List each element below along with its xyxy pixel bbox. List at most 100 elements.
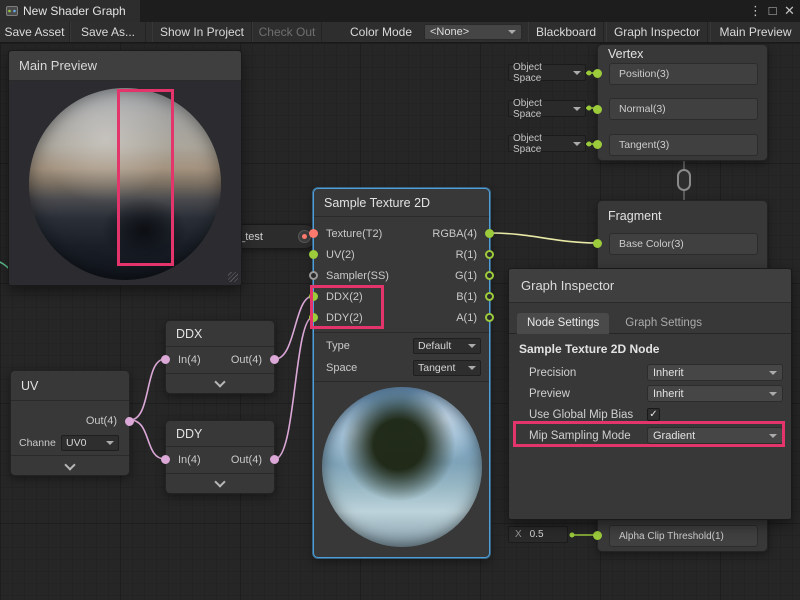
input-label: DDX(2) [326, 291, 363, 303]
type-dropdown[interactable]: Default [413, 338, 481, 354]
output-label: R(1) [456, 249, 477, 261]
port-row: DDX(2) B(1) [314, 286, 489, 307]
node-title: Fragment [598, 201, 767, 231]
b-port-dot[interactable] [485, 292, 494, 301]
setting-row-mip-mode: Mip Sampling Mode Gradient [519, 425, 783, 446]
ddx-port-dot[interactable] [309, 292, 318, 301]
port-label: Normal(3) [619, 103, 666, 115]
position-port-dot[interactable] [593, 69, 602, 78]
port-out-label: Out(4) [231, 454, 262, 466]
channel-dropdown[interactable]: UV0 [61, 435, 119, 451]
output-label: RGBA(4) [432, 228, 477, 240]
mip-mode-label: Mip Sampling Mode [529, 430, 647, 442]
collapse-button[interactable] [166, 473, 274, 493]
setting-row-preview: Preview Inherit [519, 383, 783, 404]
texture-port-dot[interactable] [309, 229, 318, 238]
ddy-port-dot[interactable] [309, 313, 318, 322]
preview-value: Inherit [653, 388, 684, 400]
space-label: Space [326, 362, 357, 374]
node-ddx[interactable]: DDX In(4) Out(4) [165, 320, 275, 394]
blackboard-button[interactable]: Blackboard [528, 22, 604, 42]
port-in-label: In(4) [178, 354, 201, 366]
ddx-in-port-dot[interactable] [161, 355, 170, 364]
precision-value: Inherit [653, 367, 684, 379]
alpha-clip-value-field[interactable]: X 0.5 [508, 526, 568, 543]
collapse-button[interactable] [166, 373, 274, 393]
node-vertex[interactable]: Vertex Position(3) Normal(3) Tangent(3) [597, 44, 768, 161]
color-mode-dropdown[interactable]: <None> [424, 24, 522, 40]
output-label: B(1) [456, 291, 477, 303]
save-as-button[interactable]: Save As... [70, 22, 146, 42]
main-preview-button[interactable]: Main Preview [710, 22, 800, 42]
shader-graph-icon [6, 5, 18, 17]
node-ddy[interactable]: DDY In(4) Out(4) [165, 420, 275, 494]
mip-sampling-mode-dropdown[interactable]: Gradient [647, 427, 783, 444]
show-in-project-button[interactable]: Show In Project [152, 22, 252, 42]
space-dropdown[interactable]: Tangent [413, 360, 481, 376]
position-space-dropdown[interactable]: Object Space [508, 64, 586, 81]
alpha-clip-port-dot[interactable] [593, 531, 602, 540]
tangent-port-dot[interactable] [593, 140, 602, 149]
port-out-label: Out(4) [86, 415, 117, 427]
main-preview-panel[interactable]: Main Preview [8, 50, 242, 286]
setting-row-precision: Precision Inherit [519, 362, 783, 383]
graph-inspector-button[interactable]: Graph Inspector [606, 22, 708, 42]
chevron-down-icon [573, 142, 581, 146]
value-axis-label: X [515, 529, 522, 540]
precision-dropdown[interactable]: Inherit [647, 364, 783, 381]
save-asset-button[interactable]: Save Asset [0, 22, 70, 42]
g-port-dot[interactable] [485, 271, 494, 280]
port-row: Sampler(SS) G(1) [314, 265, 489, 286]
tangent-space-dropdown[interactable]: Object Space [508, 135, 586, 152]
output-label: G(1) [455, 270, 477, 282]
window-maximize-icon[interactable]: □ [764, 0, 781, 22]
resize-grip-icon[interactable] [228, 272, 238, 282]
node-title[interactable]: Sample Texture 2D [314, 189, 489, 217]
normal-port-dot[interactable] [593, 105, 602, 114]
collapse-button[interactable] [11, 455, 129, 477]
chevron-down-icon [468, 366, 476, 370]
title-bar: New Shader Graph ⋮ □ ✕ [0, 0, 800, 22]
ddy-in-port-dot[interactable] [161, 455, 170, 464]
window-close-icon[interactable]: ✕ [781, 0, 798, 22]
sampler-port-dot[interactable] [309, 271, 318, 280]
tab-graph-settings[interactable]: Graph Settings [615, 313, 712, 334]
chevron-down-icon [468, 344, 476, 348]
node-title[interactable]: UV [11, 371, 129, 401]
port-row: Normal(3) [609, 98, 758, 120]
toolbar: Save Asset Save As... Show In Project Ch… [0, 22, 800, 43]
preview-dropdown[interactable]: Inherit [647, 385, 783, 402]
main-preview-title[interactable]: Main Preview [9, 51, 241, 81]
port-row: DDY(2) A(1) [314, 307, 489, 328]
space-value: Object Space [513, 62, 573, 84]
port-row: Tangent(3) [609, 134, 758, 156]
chevron-down-icon [769, 392, 777, 396]
rgba-port-dot[interactable] [485, 229, 494, 238]
port-in-label: In(4) [178, 454, 201, 466]
a-port-dot[interactable] [485, 313, 494, 322]
port-label: Tangent(3) [619, 139, 669, 151]
uv-out-port-dot[interactable] [125, 417, 134, 426]
graph-inspector-panel[interactable]: Graph Inspector Node Settings Graph Sett… [508, 268, 792, 520]
uv-port-dot[interactable] [309, 250, 318, 259]
node-preview [314, 381, 489, 551]
node-sample-texture-2d[interactable]: Sample Texture 2D Texture(T2) RGBA(4) UV… [313, 188, 490, 558]
stack-connector-handle[interactable] [677, 169, 691, 191]
r-port-dot[interactable] [485, 250, 494, 259]
node-title[interactable]: DDY [166, 421, 274, 447]
chevron-down-icon [769, 371, 777, 375]
ddy-out-port-dot[interactable] [270, 455, 279, 464]
window-menu-icon[interactable]: ⋮ [747, 0, 764, 22]
window-title: New Shader Graph [23, 4, 126, 18]
node-title[interactable]: DDX [166, 321, 274, 347]
inspector-title[interactable]: Graph Inspector [509, 269, 791, 303]
base-color-port-dot[interactable] [593, 239, 602, 248]
use-global-mip-bias-checkbox[interactable]: ✓ [647, 408, 660, 421]
color-mode-value: <None> [430, 26, 469, 38]
color-mode-label: Color Mode [350, 22, 416, 42]
node-uv[interactable]: UV Out(4) Channe UV0 [10, 370, 130, 476]
tab-node-settings[interactable]: Node Settings [517, 313, 609, 334]
ddx-out-port-dot[interactable] [270, 355, 279, 364]
window-tab[interactable]: New Shader Graph [0, 0, 140, 22]
normal-space-dropdown[interactable]: Object Space [508, 100, 586, 117]
